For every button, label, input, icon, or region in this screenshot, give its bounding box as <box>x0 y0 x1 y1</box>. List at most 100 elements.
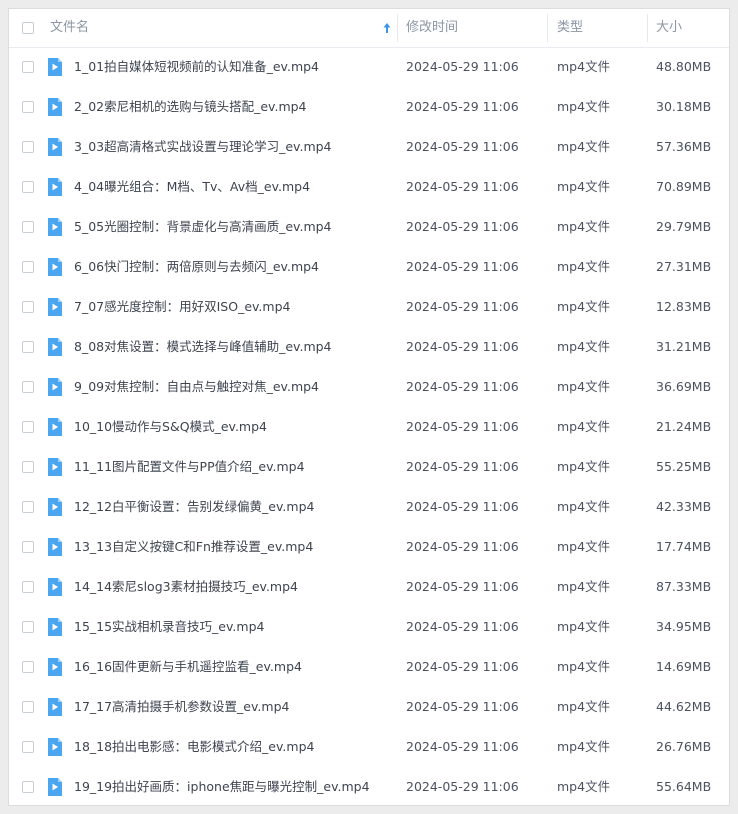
file-size: 30.18MB <box>656 99 712 114</box>
file-name[interactable]: 8_08对焦设置：模式选择与峰值辅助_ev.mp4 <box>74 327 332 367</box>
file-modified-time: 2024-05-29 11:06 <box>406 419 519 434</box>
row-checkbox[interactable] <box>22 541 34 553</box>
file-size: 55.25MB <box>656 459 712 474</box>
file-size: 21.24MB <box>656 419 712 434</box>
file-size: 42.33MB <box>656 499 712 514</box>
row-checkbox[interactable] <box>22 581 34 593</box>
row-checkbox[interactable] <box>22 261 34 273</box>
row-checkbox[interactable] <box>22 661 34 673</box>
file-name[interactable]: 9_09对焦控制：自由点与触控对焦_ev.mp4 <box>74 367 319 407</box>
file-type: mp4文件 <box>557 579 611 594</box>
column-header-type[interactable]: 类型 <box>557 9 583 47</box>
row-checkbox[interactable] <box>22 781 34 793</box>
column-header-modified[interactable]: 修改时间 <box>406 9 458 47</box>
video-file-icon <box>48 618 62 636</box>
row-checkbox[interactable] <box>22 301 34 313</box>
table-row[interactable]: 16_16固件更新与手机遥控监看_ev.mp4 2024-05-29 11:06 m… <box>9 647 729 687</box>
file-name[interactable]: 5_05光圈控制：背景虚化与高清画质_ev.mp4 <box>74 207 332 247</box>
file-modified-time: 2024-05-29 11:06 <box>406 579 519 594</box>
row-checkbox[interactable] <box>22 421 34 433</box>
file-name[interactable]: 6_06快门控制：两倍原则与去频闪_ev.mp4 <box>74 247 319 287</box>
table-row[interactable]: 18_18拍出电影感：电影模式介绍_ev.mp4 2024-05-29 11:06… <box>9 727 729 767</box>
table-row[interactable]: 2_02索尼相机的选购与镜头搭配_ev.mp4 2024-05-29 11:06 m… <box>9 87 729 127</box>
file-name[interactable]: 18_18拍出电影感：电影模式介绍_ev.mp4 <box>74 727 314 767</box>
file-size: 36.69MB <box>656 379 712 394</box>
file-size: 14.69MB <box>656 659 712 674</box>
file-type: mp4文件 <box>557 539 611 554</box>
file-type: mp4文件 <box>557 379 611 394</box>
file-size: 57.36MB <box>656 139 712 154</box>
table-row[interactable]: 13_13自定义按键C和Fn推荐设置_ev.mp4 2024-05-29 11:0… <box>9 527 729 567</box>
table-row[interactable]: 10_10慢动作与S&Q模式_ev.mp4 2024-05-29 11:06 mp4… <box>9 407 729 447</box>
file-modified-time: 2024-05-29 11:06 <box>406 619 519 634</box>
row-checkbox[interactable] <box>22 381 34 393</box>
file-name[interactable]: 7_07感光度控制：用好双ISO_ev.mp4 <box>74 287 290 327</box>
column-separator[interactable] <box>397 14 398 42</box>
file-modified-time: 2024-05-29 11:06 <box>406 739 519 754</box>
file-size: 27.31MB <box>656 259 712 274</box>
file-name[interactable]: 3_03超高清格式实战设置与理论学习_ev.mp4 <box>74 127 332 167</box>
file-name[interactable]: 10_10慢动作与S&Q模式_ev.mp4 <box>74 407 267 447</box>
file-name[interactable]: 14_14索尼slog3素材拍摄技巧_ev.mp4 <box>74 567 298 607</box>
video-file-icon <box>48 298 62 316</box>
table-row[interactable]: 19_19拍出好画质：iphone焦距与曝光控制_ev.mp4 2024-05-2… <box>9 767 729 805</box>
table-row[interactable]: 12_12白平衡设置：告别发绿偏黄_ev.mp4 2024-05-29 11:06… <box>9 487 729 527</box>
file-name[interactable]: 12_12白平衡设置：告别发绿偏黄_ev.mp4 <box>74 487 314 527</box>
column-header-size[interactable]: 大小 <box>656 9 682 47</box>
table-row[interactable]: 6_06快门控制：两倍原则与去频闪_ev.mp4 2024-05-29 11:06… <box>9 247 729 287</box>
file-name[interactable]: 15_15实战相机录音技巧_ev.mp4 <box>74 607 264 647</box>
video-file-icon <box>48 218 62 236</box>
row-checkbox[interactable] <box>22 61 34 73</box>
sort-ascending-icon[interactable] <box>382 20 392 36</box>
row-checkbox[interactable] <box>22 621 34 633</box>
row-checkbox[interactable] <box>22 741 34 753</box>
file-name[interactable]: 11_11图片配置文件与PP值介绍_ev.mp4 <box>74 447 305 487</box>
column-separator[interactable] <box>547 14 548 42</box>
file-name[interactable]: 13_13自定义按键C和Fn推荐设置_ev.mp4 <box>74 527 313 567</box>
table-row[interactable]: 9_09对焦控制：自由点与触控对焦_ev.mp4 2024-05-29 11:06… <box>9 367 729 407</box>
row-checkbox[interactable] <box>22 341 34 353</box>
file-list-panel: 文件名 修改时间 类型 大小 1_01拍自媒体短视频前的认知准备_ev.mp4 2… <box>8 8 730 806</box>
row-checkbox[interactable] <box>22 101 34 113</box>
video-file-icon <box>48 458 62 476</box>
file-type: mp4文件 <box>557 619 611 634</box>
file-size: 17.74MB <box>656 539 712 554</box>
table-row[interactable]: 17_17高清拍摄手机参数设置_ev.mp4 2024-05-29 11:06 mp… <box>9 687 729 727</box>
file-modified-time: 2024-05-29 11:06 <box>406 539 519 554</box>
file-size: 87.33MB <box>656 579 712 594</box>
row-checkbox[interactable] <box>22 701 34 713</box>
row-checkbox[interactable] <box>22 221 34 233</box>
file-size: 44.62MB <box>656 699 712 714</box>
row-checkbox[interactable] <box>22 181 34 193</box>
file-name[interactable]: 19_19拍出好画质：iphone焦距与曝光控制_ev.mp4 <box>74 767 370 805</box>
file-type: mp4文件 <box>557 499 611 514</box>
file-modified-time: 2024-05-29 11:06 <box>406 59 519 74</box>
table-row[interactable]: 4_04曝光组合：M档、Tv、Av档_ev.mp4 2024-05-29 11:0… <box>9 167 729 207</box>
table-row[interactable]: 15_15实战相机录音技巧_ev.mp4 2024-05-29 11:06 mp4文… <box>9 607 729 647</box>
table-row[interactable]: 8_08对焦设置：模式选择与峰值辅助_ev.mp4 2024-05-29 11:0… <box>9 327 729 367</box>
table-row[interactable]: 7_07感光度控制：用好双ISO_ev.mp4 2024-05-29 11:06 m… <box>9 287 729 327</box>
file-type: mp4文件 <box>557 59 611 74</box>
file-modified-time: 2024-05-29 11:06 <box>406 99 519 114</box>
file-modified-time: 2024-05-29 11:06 <box>406 459 519 474</box>
table-row[interactable]: 14_14索尼slog3素材拍摄技巧_ev.mp4 2024-05-29 11:0… <box>9 567 729 607</box>
file-name[interactable]: 17_17高清拍摄手机参数设置_ev.mp4 <box>74 687 289 727</box>
file-name[interactable]: 2_02索尼相机的选购与镜头搭配_ev.mp4 <box>74 87 307 127</box>
file-size: 26.76MB <box>656 739 712 754</box>
column-header-name[interactable]: 文件名 <box>50 9 89 47</box>
file-type: mp4文件 <box>557 659 611 674</box>
file-name[interactable]: 4_04曝光组合：M档、Tv、Av档_ev.mp4 <box>74 167 310 207</box>
column-separator[interactable] <box>647 14 648 42</box>
file-size: 55.64MB <box>656 779 712 794</box>
table-row[interactable]: 5_05光圈控制：背景虚化与高清画质_ev.mp4 2024-05-29 11:0… <box>9 207 729 247</box>
row-checkbox[interactable] <box>22 501 34 513</box>
table-row[interactable]: 3_03超高清格式实战设置与理论学习_ev.mp4 2024-05-29 11:0… <box>9 127 729 167</box>
row-checkbox[interactable] <box>22 141 34 153</box>
file-name[interactable]: 16_16固件更新与手机遥控监看_ev.mp4 <box>74 647 302 687</box>
table-row[interactable]: 1_01拍自媒体短视频前的认知准备_ev.mp4 2024-05-29 11:06… <box>9 47 729 87</box>
table-row[interactable]: 11_11图片配置文件与PP值介绍_ev.mp4 2024-05-29 11:06… <box>9 447 729 487</box>
file-modified-time: 2024-05-29 11:06 <box>406 499 519 514</box>
select-all-checkbox[interactable] <box>22 22 34 34</box>
row-checkbox[interactable] <box>22 461 34 473</box>
file-name[interactable]: 1_01拍自媒体短视频前的认知准备_ev.mp4 <box>74 47 319 87</box>
